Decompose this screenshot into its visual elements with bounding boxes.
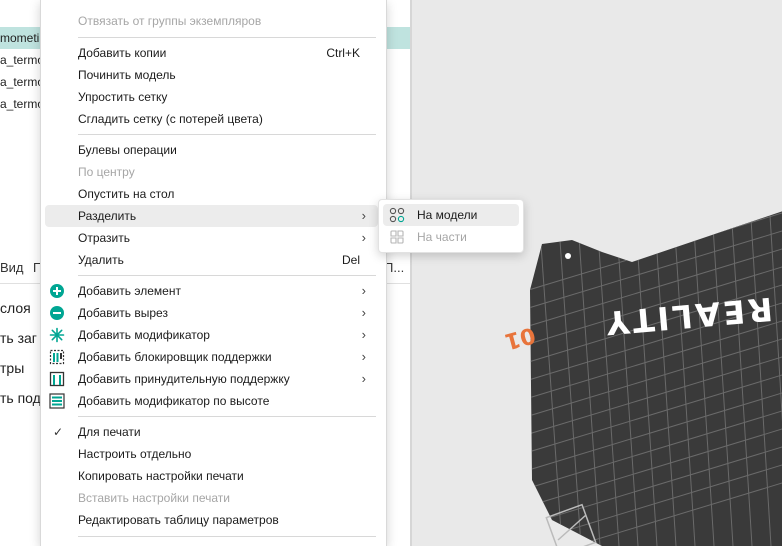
menu-separator <box>78 416 376 417</box>
menu-item-configure-separately[interactable]: Настроить отдельно <box>45 443 378 465</box>
menu-item-add-modifier[interactable]: Добавить модификатор › <box>45 324 378 346</box>
menu-item-label: Булевы операции <box>78 143 177 157</box>
menu-separator <box>78 134 376 135</box>
menu-item-label: Опустить на стол <box>78 187 175 201</box>
3d-viewport[interactable]: REALITY 01 <box>412 0 782 546</box>
menu-item-copy-settings[interactable]: Копировать настройки печати <box>45 465 378 487</box>
setting-row[interactable]: тры <box>0 360 24 376</box>
menu-item-smooth-mesh[interactable]: Сгладить сетку (с потерей цвета) <box>45 108 378 130</box>
add-negative-part-icon <box>50 306 64 320</box>
setting-row[interactable]: слоя <box>0 300 31 316</box>
menu-item-boolean-ops[interactable]: Булевы операции <box>45 139 378 161</box>
menu-item-mirror[interactable]: Отразить › <box>45 227 378 249</box>
menu-item-label: Сгладить сетку (с потерей цвета) <box>78 112 263 126</box>
menu-item-label: Вставить настройки печати <box>78 491 230 505</box>
submenu-arrow-icon: › <box>361 230 366 245</box>
submenu-arrow-icon: › <box>361 305 366 320</box>
menu-item-label: Добавить элемент <box>78 284 181 298</box>
menu-item-edit-params-table[interactable]: Редактировать таблицу параметров <box>45 509 378 531</box>
menu-item-add-part[interactable]: Добавить элемент › <box>45 280 378 302</box>
menu-item-label: Для печати <box>78 425 141 439</box>
menu-separator <box>78 37 376 38</box>
menu-item-add-support-blocker[interactable]: Добавить блокировщик поддержки › <box>45 346 378 368</box>
menu-item-label: Добавить блокировщик поддержки <box>78 350 272 364</box>
build-plate[interactable]: REALITY <box>522 178 782 546</box>
add-modifier-icon <box>49 327 65 343</box>
object-context-menu: Отвязать от группы экземпляров Добавить … <box>40 0 387 546</box>
tab-partial-right[interactable]: П... <box>384 251 404 285</box>
menu-item-paste-settings[interactable]: Вставить настройки печати <box>45 487 378 509</box>
menu-item-add-negative-part[interactable]: Добавить вырез › <box>45 302 378 324</box>
menu-item-label: Разделить <box>78 209 137 223</box>
tab-view[interactable]: Вид <box>0 251 24 285</box>
menu-item-label: Починить модель <box>78 68 176 82</box>
menu-item-label: Упростить сетку <box>78 90 168 104</box>
menu-item-add-copies[interactable]: Добавить копии Ctrl+K <box>45 42 378 64</box>
submenu-arrow-icon: › <box>361 327 366 342</box>
shortcut-label: Ctrl+K <box>326 46 360 60</box>
menu-item-label: Копировать настройки печати <box>78 469 244 483</box>
plate-hole <box>565 253 571 259</box>
menu-item-label: Настроить отдельно <box>78 447 192 461</box>
menu-item-label: Добавить модификатор <box>78 328 210 342</box>
submenu-item-label: На модели <box>417 208 478 222</box>
menu-item-center[interactable]: По центру <box>45 161 378 183</box>
object-name: mometi <box>0 31 40 45</box>
build-plate-view: REALITY 01 <box>502 178 782 546</box>
menu-item-unlink-instances[interactable]: Отвязать от группы экземпляров <box>45 10 378 32</box>
menu-item-label: Редактировать таблицу параметров <box>78 513 279 527</box>
setting-row[interactable]: ть заг <box>0 330 37 346</box>
submenu-arrow-icon: › <box>361 371 366 386</box>
menu-separator <box>78 536 376 537</box>
menu-item-add-height-modifier[interactable]: Добавить модификатор по высоте <box>45 390 378 412</box>
menu-item-repair-model[interactable]: Починить модель <box>45 64 378 86</box>
menu-item-label: Добавить модификатор по высоте <box>78 394 270 408</box>
menu-item-label: Отразить <box>78 231 130 245</box>
menu-item-label: Удалить <box>78 253 124 267</box>
menu-separator <box>78 275 376 276</box>
split-to-objects-icon <box>389 207 405 223</box>
submenu-arrow-icon: › <box>361 283 366 298</box>
object-name: a_termo <box>0 97 45 111</box>
menu-item-label: По центру <box>78 165 135 179</box>
submenu-arrow-icon: › <box>361 208 366 223</box>
object-name: a_termo <box>0 53 45 67</box>
menu-item-add-support-enforcer[interactable]: Добавить принудительную поддержку › <box>45 368 378 390</box>
submenu-arrow-icon: › <box>361 349 366 364</box>
menu-item-label: Добавить принудительную поддержку <box>78 372 290 386</box>
setting-row[interactable]: ть под <box>0 390 41 406</box>
shortcut-label: Del <box>341 253 360 267</box>
menu-item-printable[interactable]: ✓ Для печати <box>45 421 378 443</box>
submenu-item-split-to-objects[interactable]: На модели <box>383 204 519 226</box>
support-blocker-icon <box>49 349 65 365</box>
menu-item-simplify-mesh[interactable]: Упростить сетку <box>45 86 378 108</box>
split-submenu: На модели На части <box>378 199 524 253</box>
support-enforcer-icon <box>49 371 65 387</box>
menu-item-split[interactable]: Разделить › <box>45 205 378 227</box>
menu-item-label: Отвязать от группы экземпляров <box>78 14 262 28</box>
menu-item-drop-to-bed[interactable]: Опустить на стол <box>45 183 378 205</box>
menu-item-delete[interactable]: Удалить Del <box>45 249 378 271</box>
submenu-item-label: На части <box>417 230 467 244</box>
split-to-parts-icon <box>390 230 404 244</box>
menu-item-label: Добавить копии <box>78 46 167 60</box>
object-name: a_termo <box>0 75 45 89</box>
submenu-item-split-to-parts[interactable]: На части <box>383 226 519 248</box>
height-range-modifier-icon <box>49 393 65 409</box>
add-part-icon <box>50 284 64 298</box>
menu-item-label: Добавить вырез <box>78 306 168 320</box>
check-icon: ✓ <box>53 425 64 439</box>
